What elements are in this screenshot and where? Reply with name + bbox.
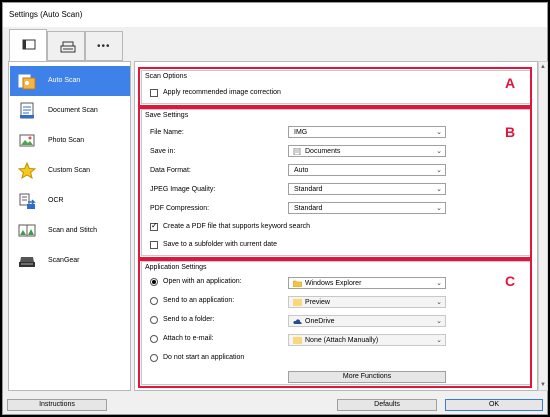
sidebar-item-label: ScanGear <box>48 257 80 264</box>
sidebar-item-label: Scan and Stitch <box>48 227 98 234</box>
annotation-box-c <box>138 259 532 388</box>
document-scan-icon <box>20 102 34 119</box>
tab-scan-from-computer[interactable] <box>9 29 47 62</box>
sidebar-item-label: Auto Scan <box>48 77 81 84</box>
tab-scan-from-operation-panel[interactable] <box>47 31 85 61</box>
sidebar-item-document-scan[interactable]: Document Scan <box>10 96 130 126</box>
annotation-letter-a: A <box>505 75 516 91</box>
sidebar-item-auto-scan[interactable]: Auto Scan <box>10 66 130 96</box>
settings-window: Settings (Auto Scan) ••• Auto Scan Docum… <box>2 2 548 415</box>
sidebar-item-photo-scan[interactable]: Photo Scan <box>10 126 130 156</box>
vertical-scrollbar[interactable]: ▲ ▼ <box>538 61 548 391</box>
sidebar-item-label: Custom Scan <box>48 167 91 174</box>
sidebar-item-label: OCR <box>48 197 64 204</box>
sidebar-item-label: Document Scan <box>48 107 98 114</box>
annotation-box-b <box>138 107 532 259</box>
scroll-down-icon[interactable]: ▼ <box>540 382 546 388</box>
sidebar-item-scangear[interactable]: ScanGear <box>10 246 130 276</box>
defaults-button[interactable]: Defaults <box>337 399 437 411</box>
stitch-icon <box>18 224 36 237</box>
scroll-up-icon[interactable]: ▲ <box>540 64 546 70</box>
scangear-icon <box>19 257 35 267</box>
annotation-letter-b: B <box>505 124 516 140</box>
bottom-button-bar: Instructions Defaults OK <box>3 398 547 414</box>
scan-type-sidebar: Auto Scan Document Scan Photo Scan Custo… <box>8 61 131 391</box>
sidebar-item-ocr[interactable]: OCR <box>10 186 130 216</box>
auto-scan-icon <box>18 74 36 90</box>
annotation-letter-c: C <box>505 273 516 289</box>
sidebar-item-scan-and-stitch[interactable]: Scan and Stitch <box>10 216 130 246</box>
tab-general-settings[interactable]: ••• <box>85 31 123 61</box>
more-icon: ••• <box>97 41 111 52</box>
settings-panel: Scan Options Apply recommended image cor… <box>134 61 538 391</box>
photo-scan-icon <box>19 134 35 147</box>
sidebar-item-label: Photo Scan <box>48 137 85 144</box>
window-title: Settings (Auto Scan) <box>9 10 83 19</box>
scan-from-operation-panel-icon <box>60 41 76 53</box>
star-icon <box>18 162 36 180</box>
instructions-button[interactable]: Instructions <box>7 399 107 411</box>
scan-from-computer-icon <box>22 39 36 50</box>
title-bar: Settings (Auto Scan) <box>3 3 547 27</box>
annotation-box-a <box>138 67 532 107</box>
ocr-icon <box>19 193 36 209</box>
sidebar-item-custom-scan[interactable]: Custom Scan <box>10 156 130 186</box>
ok-button[interactable]: OK <box>445 399 543 411</box>
